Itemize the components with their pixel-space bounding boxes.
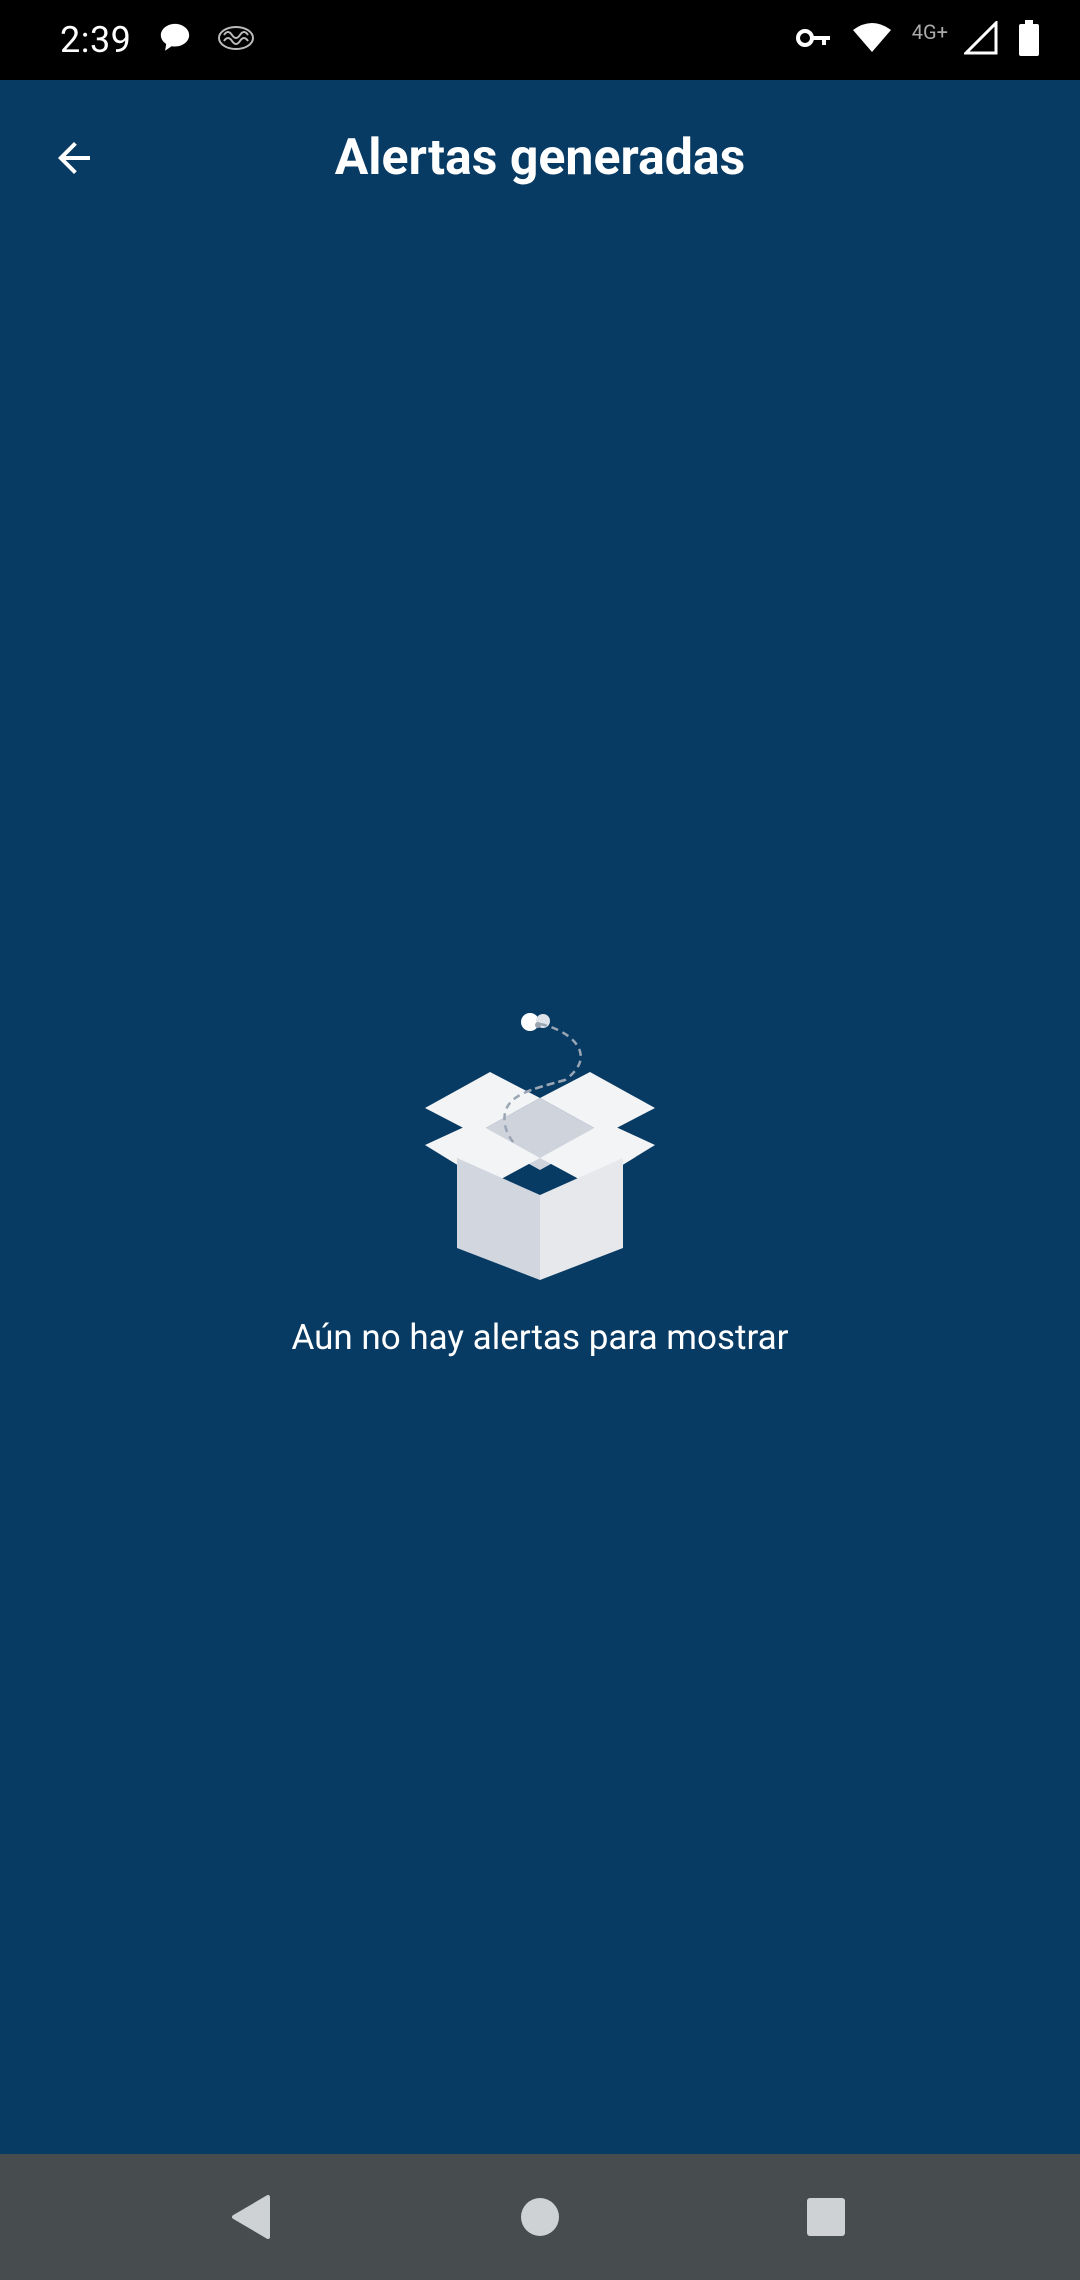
status-left-icons	[158, 20, 256, 60]
navigation-bar	[0, 2154, 1080, 2280]
chat-bubble-icon	[158, 21, 192, 59]
nav-recents-button[interactable]	[786, 2177, 866, 2257]
app-bar: Alertas generadas	[0, 80, 1080, 232]
empty-state: Aún no hay alertas para mostrar	[0, 1000, 1080, 1362]
empty-message: Aún no hay alertas para mostrar	[291, 1317, 789, 1358]
status-time: 2:39	[60, 19, 132, 61]
open-box-icon	[425, 1013, 655, 1280]
status-bar: 2:39 4G+	[0, 0, 1080, 80]
home-circle-icon	[521, 2198, 559, 2236]
battery-icon	[1018, 20, 1040, 60]
page-title: Alertas generadas	[334, 129, 746, 187]
nav-back-button[interactable]	[210, 2177, 290, 2257]
recents-square-icon	[807, 2198, 845, 2236]
brain-icon	[216, 23, 256, 57]
nav-home-button[interactable]	[500, 2177, 580, 2257]
status-right-icons: 4G+	[795, 18, 1040, 62]
back-triangle-icon	[232, 2195, 270, 2239]
vpn-key-icon	[795, 26, 832, 54]
cell-signal-icon	[962, 19, 998, 59]
wifi-icon	[852, 22, 892, 58]
network-label: 4G+	[911, 20, 948, 44]
